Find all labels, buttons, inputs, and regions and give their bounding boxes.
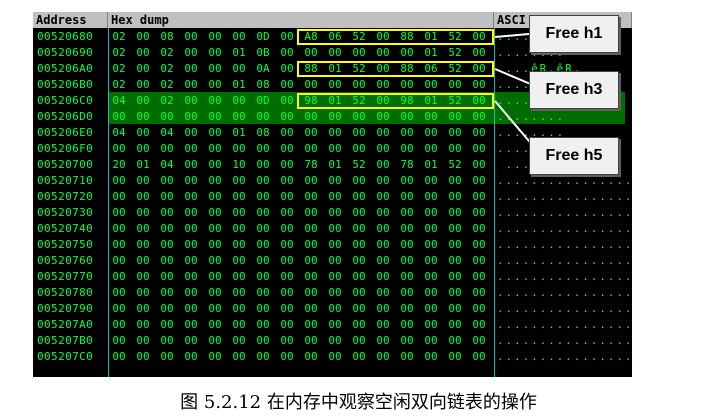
figure-caption: 图 5.2.12 在内存中观察空闲双向链表的操作: [180, 392, 537, 413]
callout-free-h3: Free h3: [529, 71, 619, 109]
callout-arrows: [494, 32, 541, 155]
callout-free-h5: Free h5: [529, 137, 619, 175]
callout-free-h1: Free h1: [529, 15, 619, 53]
